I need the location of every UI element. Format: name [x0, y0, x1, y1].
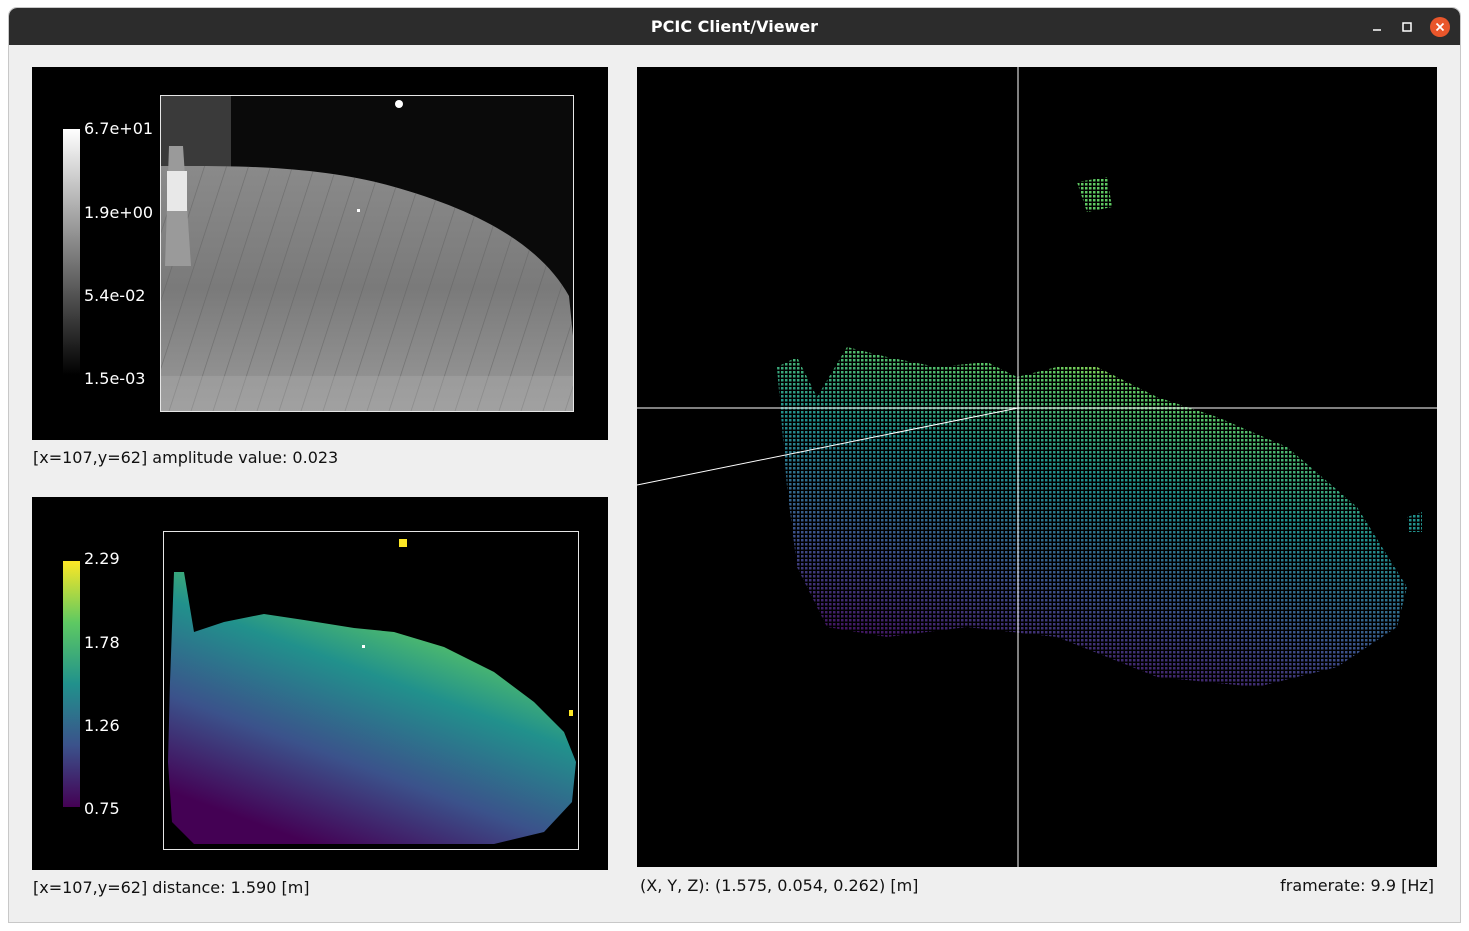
window-title: PCIC Client/Viewer [650, 17, 819, 36]
amplitude-image[interactable] [160, 95, 574, 412]
distance-tick-2: 1.78 [84, 633, 120, 652]
pointcloud-view[interactable] [636, 67, 1437, 867]
amplitude-status: [x=107,y=62] amplitude value: 0.023 [33, 448, 339, 467]
title-bar[interactable]: PCIC Client/Viewer [9, 8, 1460, 45]
distance-image[interactable] [163, 531, 579, 850]
amplitude-tick-min: 1.5e-03 [84, 369, 146, 388]
app-window: PCIC Client/Viewer 6.7e+01 1.9e+00 5.4e-… [9, 8, 1460, 922]
amplitude-view[interactable]: 6.7e+01 1.9e+00 5.4e-02 1.5e-03 [32, 67, 608, 440]
distance-tick-min: 0.75 [84, 799, 120, 818]
amplitude-tick-3: 5.4e-02 [84, 286, 146, 305]
amplitude-tick-max: 6.7e+01 [84, 119, 154, 138]
pointcloud-coords: (X, Y, Z): (1.575, 0.054, 0.262) [m] [640, 876, 919, 895]
framerate-readout: framerate: 9.9 [Hz] [1280, 876, 1434, 895]
close-icon[interactable] [1430, 17, 1450, 37]
distance-colorbar [63, 561, 80, 807]
minimize-icon[interactable] [1367, 17, 1387, 37]
maximize-icon[interactable] [1397, 17, 1417, 37]
distance-status: [x=107,y=62] distance: 1.590 [m] [33, 878, 310, 897]
distance-view[interactable]: 2.29 1.78 1.26 0.75 [32, 497, 608, 870]
distance-tick-3: 1.26 [84, 716, 120, 735]
amplitude-colorbar [63, 129, 80, 375]
amplitude-tick-2: 1.9e+00 [84, 203, 154, 222]
distance-tick-max: 2.29 [84, 549, 120, 568]
